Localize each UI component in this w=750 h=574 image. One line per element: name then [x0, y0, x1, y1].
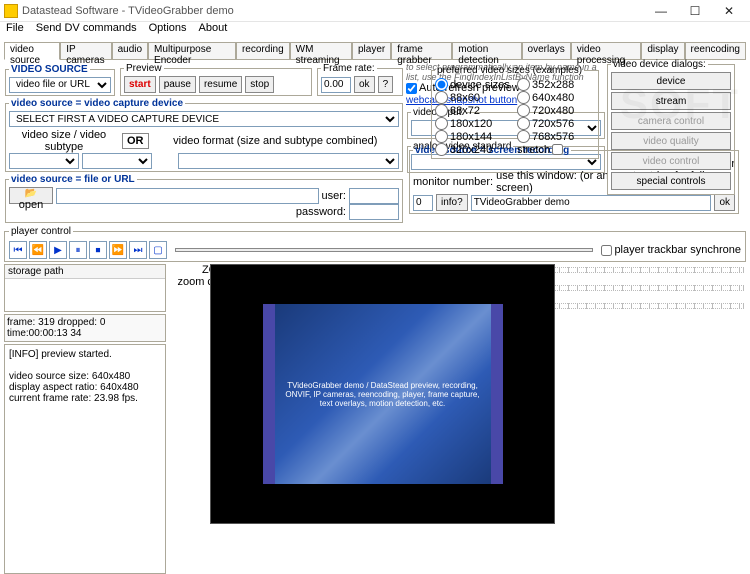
- monitor-label: monitor number:: [413, 176, 493, 188]
- menu-send-dv[interactable]: Send DV commands: [36, 22, 137, 40]
- size-88x72[interactable]: 88x72: [435, 104, 513, 117]
- pause-button[interactable]: pause: [159, 76, 196, 93]
- password-input[interactable]: [349, 204, 399, 220]
- player-stop-icon[interactable]: ⏹: [89, 241, 107, 259]
- video-source-select[interactable]: video file or URL: [9, 77, 111, 93]
- screen-rec-ok[interactable]: ok: [714, 194, 735, 211]
- size-640x480[interactable]: 640x480: [517, 91, 595, 104]
- tab-frame-grabber[interactable]: frame grabber: [391, 42, 452, 59]
- player-pause-icon[interactable]: ⏸: [69, 241, 87, 259]
- size-180x144[interactable]: 180x144: [435, 130, 513, 143]
- video-preview: TVideoGrabber demo / DataStead preview, …: [210, 264, 555, 524]
- tab-wm-streaming[interactable]: WM streaming: [290, 42, 352, 59]
- monitor-number-input[interactable]: [413, 195, 433, 211]
- tab-video-source[interactable]: video source: [4, 42, 60, 60]
- framerate-input[interactable]: [321, 77, 351, 93]
- open-button[interactable]: 📂 open: [9, 187, 53, 204]
- player-stepfwd-icon[interactable]: ⏩: [109, 241, 127, 259]
- size-320x240[interactable]: 320x240: [435, 143, 513, 156]
- size-device[interactable]: device sizes: [435, 78, 513, 91]
- user-label: user:: [322, 190, 346, 202]
- tab-reencoding[interactable]: reencoding: [685, 42, 746, 59]
- menu-file[interactable]: File: [6, 22, 24, 40]
- size-subtype-label: video size / video subtype: [9, 129, 119, 153]
- video-quality-dialog-button[interactable]: video quality: [611, 132, 731, 150]
- camera-control-dialog-button[interactable]: camera control: [611, 112, 731, 130]
- storage-panel: storage path: [4, 264, 166, 312]
- trackbar-synchrone-check[interactable]: player trackbar synchrone: [601, 244, 741, 256]
- start-button[interactable]: start: [124, 76, 156, 93]
- file-url-input[interactable]: [56, 188, 319, 204]
- size-720x480[interactable]: 720x480: [517, 104, 595, 117]
- info-button[interactable]: info?: [436, 194, 468, 211]
- tab-motion-detection[interactable]: motion detection: [452, 42, 521, 59]
- stretch-check[interactable]: stretch: [517, 143, 595, 156]
- storage-label: storage path: [5, 265, 165, 279]
- capture-device-select[interactable]: SELECT FIRST A VIDEO CAPTURE DEVICE: [9, 111, 399, 127]
- tab-recording[interactable]: recording: [236, 42, 290, 59]
- framerate-ok[interactable]: ok: [354, 76, 375, 93]
- maximize-button[interactable]: ☐: [678, 1, 712, 21]
- preferred-sizes-legend: preferred video sizes (examples): [435, 65, 584, 76]
- player-control-legend: player control: [9, 226, 73, 237]
- resume-button[interactable]: resume: [199, 76, 242, 93]
- log-panel: [INFO] preview started. video source siz…: [4, 344, 166, 574]
- stream-dialog-button[interactable]: stream: [611, 92, 731, 110]
- close-button[interactable]: ✕: [712, 1, 746, 21]
- dialogs-legend: video device dialogs:: [611, 59, 708, 70]
- password-label: password:: [296, 206, 346, 218]
- device-dialog-button[interactable]: device: [611, 72, 731, 90]
- video-format-select[interactable]: [178, 153, 399, 169]
- frame-info-panel: frame: 319 dropped: 0 time:00:00:13 34: [4, 314, 166, 342]
- title-text: Datastead Software - TVideoGrabber demo: [22, 5, 644, 17]
- video-control-dialog-button[interactable]: video control: [611, 152, 731, 170]
- tab-overlays[interactable]: overlays: [522, 42, 571, 59]
- format-combined-label: video format (size and subtype combined): [152, 135, 400, 147]
- minimize-button[interactable]: —: [644, 1, 678, 21]
- storage-path-value: [5, 279, 165, 293]
- menubar: File Send DV commands Options About: [0, 22, 750, 40]
- player-rewind-icon[interactable]: ⏮: [9, 241, 27, 259]
- player-trackbar[interactable]: [175, 248, 593, 252]
- tab-video-processing[interactable]: video processing: [571, 42, 642, 59]
- window-name-input[interactable]: [471, 195, 712, 211]
- size-720x576[interactable]: 720x576: [517, 117, 595, 130]
- stop-button[interactable]: stop: [245, 76, 274, 93]
- video-subtype-select[interactable]: [82, 153, 152, 169]
- player-stepback-icon[interactable]: ⏪: [29, 241, 47, 259]
- special-controls-dialog-button[interactable]: special controls: [611, 172, 731, 190]
- video-size-select[interactable]: [9, 153, 79, 169]
- size-352x288[interactable]: 352x288: [517, 78, 595, 91]
- preview-overlay-text: TVideoGrabber demo / DataStead preview, …: [275, 373, 491, 416]
- framerate-help[interactable]: ?: [378, 76, 394, 93]
- player-end-icon[interactable]: ⏭: [129, 241, 147, 259]
- tab-audio[interactable]: audio: [112, 42, 148, 59]
- player-control-group: player control ⏮ ⏪ ▶ ⏸ ⏹ ⏩ ⏭ ▢ player tr…: [4, 226, 746, 262]
- tab-encoder[interactable]: Multipurpose Encoder: [148, 42, 236, 59]
- menu-about[interactable]: About: [199, 22, 228, 40]
- capture-device-legend: video source = video capture device: [9, 98, 185, 109]
- size-88x60[interactable]: 88x60: [435, 91, 513, 104]
- tab-player[interactable]: player: [352, 42, 391, 59]
- menu-options[interactable]: Options: [149, 22, 187, 40]
- tab-ip-cameras[interactable]: IP cameras: [60, 42, 111, 59]
- titlebar: Datastead Software - TVideoGrabber demo …: [0, 0, 750, 22]
- or-label: OR: [122, 133, 149, 149]
- size-180x120[interactable]: 180x120: [435, 117, 513, 130]
- tab-display[interactable]: display: [641, 42, 684, 59]
- file-url-legend: video source = file or URL: [9, 174, 137, 185]
- user-input[interactable]: [349, 188, 399, 204]
- size-768x576[interactable]: 768x576: [517, 130, 595, 143]
- player-play-icon[interactable]: ▶: [49, 241, 67, 259]
- player-extra-icon[interactable]: ▢: [149, 241, 167, 259]
- app-icon: [4, 4, 18, 18]
